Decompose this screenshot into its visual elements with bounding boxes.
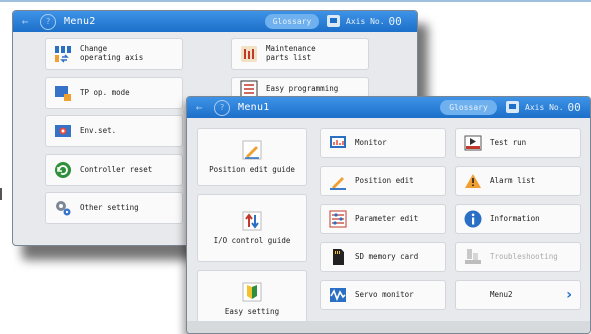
alarm-icon — [465, 174, 481, 188]
info-icon — [464, 210, 482, 228]
troubleshooting-button: Troubleshooting — [455, 242, 581, 272]
menu1-titlebar: ← ? Menu1 Glossary Axis No. 00 — [187, 97, 590, 118]
pencil-icon — [330, 177, 346, 190]
menu2-title: Menu2 — [64, 16, 96, 27]
change-operating-axis-button[interactable]: Change operating axis — [45, 38, 183, 70]
back-arrow-icon[interactable]: ← — [16, 13, 34, 30]
button-label: Monitor — [355, 137, 387, 147]
io-control-guide-button[interactable]: I/O control guide — [197, 194, 307, 262]
button-label: Servo monitor — [355, 289, 414, 299]
button-label: Easy setting — [224, 306, 280, 316]
tp-op-mode-button[interactable]: TP op. mode — [45, 77, 183, 109]
test-run-icon — [464, 135, 482, 151]
pencil-icon — [242, 140, 262, 160]
position-edit-guide-button[interactable]: Position edit guide — [197, 128, 307, 186]
controller-reset-button[interactable]: Controller reset — [45, 154, 183, 186]
reset-icon — [55, 162, 71, 178]
help-icon[interactable]: ? — [214, 99, 230, 116]
axis-number[interactable]: Axis No. 00 — [346, 14, 402, 29]
menu1-title: Menu1 — [238, 102, 270, 113]
button-label: Menu2 — [490, 289, 513, 299]
button-label: Controller reset — [80, 164, 153, 174]
button-label: Position edit guide — [209, 164, 295, 174]
button-label: I/O control guide — [213, 235, 291, 245]
button-label: TP op. mode — [80, 87, 130, 97]
other-setting-button[interactable]: Other setting — [45, 192, 183, 224]
axis-label: Axis No. — [525, 103, 564, 112]
maintenance-icon — [241, 46, 257, 62]
back-arrow-icon[interactable]: ← — [190, 99, 208, 116]
env-set-icon — [55, 125, 71, 137]
maintenance-parts-list-button[interactable]: Maintenance parts list — [231, 38, 369, 70]
sd-memory-card-button[interactable]: SD memory card — [320, 242, 446, 272]
beginner-mark-icon — [242, 282, 262, 302]
position-edit-button[interactable]: Position edit — [320, 166, 446, 196]
parameter-edit-button[interactable]: Parameter edit — [320, 204, 446, 234]
axis-value: 00 — [388, 15, 402, 28]
change-axis-icon — [55, 46, 71, 63]
menu2-button[interactable]: Menu2 › — [455, 280, 581, 310]
axis-value: 00 — [567, 101, 581, 114]
test-run-button[interactable]: Test run — [455, 128, 581, 158]
tp-mode-icon — [55, 86, 71, 101]
button-label: Easy programming — [266, 83, 339, 93]
button-label: Position edit — [355, 175, 414, 185]
top-divider — [0, 0, 591, 2]
button-label: Alarm list — [490, 175, 536, 185]
axis-number[interactable]: Axis No. 00 — [525, 100, 581, 115]
env-set-button[interactable]: Env.set. — [45, 115, 183, 147]
button-label: Env.set. — [80, 125, 117, 135]
button-label: parts list — [266, 53, 312, 62]
glossary-button[interactable]: Glossary — [265, 14, 319, 29]
easy-setting-button[interactable]: Easy setting — [197, 270, 307, 328]
troubleshooting-icon — [465, 249, 481, 264]
chevron-right-icon: › — [566, 286, 572, 303]
menu1-window: ← ? Menu1 Glossary Axis No. 00 Position … — [186, 96, 591, 334]
monitor-button[interactable]: Monitor — [320, 128, 446, 158]
button-label: SD memory card — [355, 251, 419, 261]
button-label: Information — [490, 213, 540, 223]
monitor-icon — [330, 136, 346, 148]
menu1-footer — [187, 321, 590, 333]
axis-icon[interactable] — [327, 15, 340, 27]
axis-label: Axis No. — [346, 17, 385, 26]
io-arrows-icon — [242, 211, 262, 231]
axis-icon[interactable] — [506, 101, 519, 113]
button-label: Parameter edit — [355, 213, 419, 223]
information-button[interactable]: Information — [455, 204, 581, 234]
menu2-titlebar: ← ? Menu2 Glossary Axis No. 00 — [13, 11, 417, 32]
sd-card-icon — [333, 249, 344, 265]
alarm-list-button[interactable]: Alarm list — [455, 166, 581, 196]
gear-icon — [56, 201, 71, 216]
servo-monitor-button[interactable]: Servo monitor — [320, 280, 446, 310]
button-label: Test run — [490, 137, 527, 147]
servo-wave-icon — [330, 288, 346, 302]
button-label: Troubleshooting — [490, 251, 558, 261]
button-label: operating axis — [80, 53, 144, 62]
parameter-icon — [329, 210, 347, 228]
help-icon[interactable]: ? — [40, 13, 56, 30]
button-label: Other setting — [80, 202, 139, 212]
screenshot: ← ? Menu2 Glossary Axis No. 00 Change ope… — [0, 0, 591, 334]
glossary-button[interactable]: Glossary — [440, 100, 497, 115]
edge-mark — [0, 188, 2, 200]
